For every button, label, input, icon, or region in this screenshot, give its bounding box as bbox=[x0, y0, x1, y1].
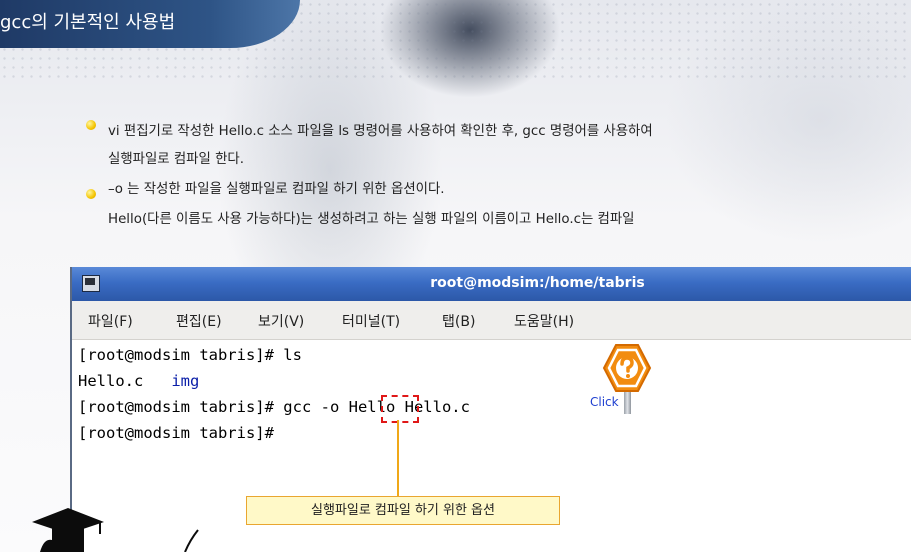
option-highlight-box bbox=[381, 395, 419, 423]
bullet-item: Hello(다른 이름도 사용 가능하다)는 생성하려고 하는 실행 파일의 이… bbox=[86, 206, 896, 234]
menu-view[interactable]: 보기(V) bbox=[258, 311, 304, 331]
menu-bar: 파일(F) 편집(E) 보기(V) 터미널(T) 탭(B) 도움말(H) bbox=[72, 301, 911, 340]
file-entry: Hello.c bbox=[78, 372, 144, 390]
help-sign-icon[interactable] bbox=[602, 343, 652, 393]
directory-entry: img bbox=[171, 372, 200, 390]
window-titlebar[interactable]: root@modsim:/home/tabris bbox=[72, 267, 911, 301]
bullet-dot-icon bbox=[86, 120, 96, 130]
click-label[interactable]: Click bbox=[590, 395, 619, 409]
terminal-line: Hello.c img bbox=[78, 371, 199, 391]
command-prefix: [root@modsim tabris]# gcc bbox=[78, 398, 321, 416]
terminal-line: [root@modsim tabris]# bbox=[78, 424, 274, 442]
option-flag: -o bbox=[320, 398, 340, 416]
menu-terminal[interactable]: 터미널(T) bbox=[342, 311, 400, 331]
title-banner: gcc의 기본적인 사용법 bbox=[0, 0, 300, 48]
bullet-item: –o 는 작성한 파일을 실행파일로 컴파일 하기 위한 옵션이다. bbox=[86, 176, 896, 204]
window-title: root@modsim:/home/tabris bbox=[430, 275, 645, 291]
bullet-item: vi 편집기로 작성한 Hello.c 소스 파일을 ls 명령어를 사용하여 … bbox=[86, 118, 896, 146]
slide-title: gcc의 기본적인 사용법 bbox=[0, 12, 176, 33]
option-callout: 실행파일로 컴파일 하기 위한 옵션 bbox=[246, 496, 560, 525]
terminal-line: [root@modsim tabris]# ls bbox=[78, 346, 302, 364]
menu-file[interactable]: 파일(F) bbox=[88, 311, 133, 331]
bullet-item: 실행파일로 컴파일 한다. bbox=[86, 146, 896, 174]
bullet-dot-icon bbox=[86, 189, 96, 199]
menu-edit[interactable]: 편집(E) bbox=[176, 311, 222, 331]
menu-help[interactable]: 도움말(H) bbox=[514, 311, 574, 331]
bullet-list: vi 편집기로 작성한 Hello.c 소스 파일을 ls 명령어를 사용하여 … bbox=[86, 118, 896, 234]
bullet-text: vi 편집기로 작성한 Hello.c 소스 파일을 ls 명령어를 사용하여 … bbox=[108, 124, 653, 139]
bullet-text: 실행파일로 컴파일 한다. bbox=[108, 152, 244, 167]
menu-tabs[interactable]: 탭(B) bbox=[442, 311, 475, 331]
callout-leader-line bbox=[397, 420, 399, 496]
bullet-text: –o 는 작성한 파일을 실행파일로 컴파일 하기 위한 옵션이다. bbox=[108, 182, 445, 197]
graduate-figure-icon bbox=[32, 508, 199, 552]
bullet-text: Hello(다른 이름도 사용 가능하다)는 생성하려고 하는 실행 파일의 이… bbox=[108, 212, 635, 227]
